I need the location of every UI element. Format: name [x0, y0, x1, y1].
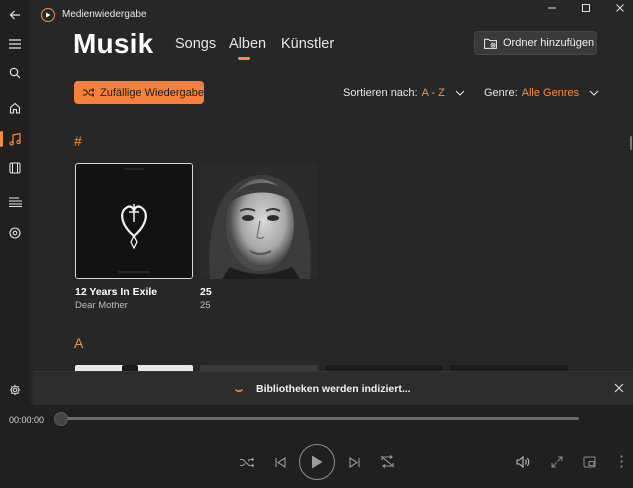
disc-button[interactable]	[0, 220, 30, 246]
time-current: 00:00:00	[9, 415, 45, 425]
album-card[interactable]: 25 25	[200, 163, 318, 311]
more-options-button[interactable]	[614, 452, 628, 470]
title-bar: Medienwiedergabe	[30, 0, 633, 30]
album-title: 12 Years In Exile	[75, 286, 158, 298]
chevron-down-icon	[589, 90, 599, 96]
app-title: Medienwiedergabe	[62, 9, 147, 20]
sort-label: Sortieren nach:	[343, 87, 418, 99]
tab-artists[interactable]: Künstler	[281, 36, 334, 52]
scrollbar-thumb[interactable]	[630, 136, 632, 150]
indexing-status-text: Bibliotheken werden indiziert...	[256, 383, 411, 395]
sort-dropdown[interactable]: Sortieren nach: A - Z	[343, 87, 465, 99]
tab-albums[interactable]: Alben	[229, 36, 266, 52]
minimize-button[interactable]	[535, 0, 569, 16]
album-title: 25	[200, 286, 212, 298]
chevron-down-icon	[455, 90, 465, 96]
genre-dropdown[interactable]: Genre: Alle Genres	[484, 87, 599, 99]
seek-thumb[interactable]	[54, 412, 68, 426]
active-tab-indicator	[238, 57, 250, 60]
disc-icon	[9, 227, 21, 239]
shuffle-icon	[240, 457, 254, 467]
videos-button[interactable]	[0, 155, 30, 181]
album-card[interactable]: 12 Years In Exile Dear Mother	[75, 163, 193, 311]
progress-spinner-icon	[235, 389, 243, 393]
settings-button[interactable]	[2, 379, 28, 401]
album-artist[interactable]: 25	[200, 300, 318, 311]
home-icon	[9, 102, 21, 114]
shuffle-all-button[interactable]: Zufällige Wiedergabe	[74, 81, 204, 104]
list-icon	[8, 197, 22, 207]
shuffle-button[interactable]	[239, 454, 255, 470]
expand-icon	[550, 455, 563, 468]
more-dots-icon	[619, 454, 623, 468]
close-icon	[616, 4, 624, 12]
maximize-button[interactable]	[569, 0, 603, 16]
search-button[interactable]	[0, 60, 30, 86]
mini-player-icon	[583, 456, 596, 467]
album-cover-25[interactable]	[200, 163, 318, 279]
music-button[interactable]	[0, 126, 30, 152]
add-folder-label: Ordner hinzufügen	[503, 37, 595, 49]
speaker-icon	[516, 455, 530, 468]
shuffle-icon	[83, 88, 94, 97]
next-button[interactable]	[346, 454, 362, 470]
music-note-icon	[9, 132, 21, 146]
sort-value: A - Z	[421, 87, 445, 99]
playlists-button[interactable]	[0, 189, 30, 215]
back-button[interactable]	[0, 2, 30, 28]
repeat-off-icon	[380, 455, 395, 468]
previous-button[interactable]	[272, 454, 288, 470]
repeat-button[interactable]	[379, 453, 396, 470]
search-icon	[9, 67, 21, 79]
album-cover-12-years-in-exile[interactable]	[75, 163, 193, 279]
skip-previous-icon	[274, 456, 286, 468]
folder-add-icon	[484, 38, 497, 49]
genre-label: Genre:	[484, 87, 518, 99]
hamburger-icon	[9, 39, 21, 49]
minimize-icon	[548, 7, 556, 9]
film-icon	[9, 162, 21, 174]
seek-bar[interactable]	[60, 417, 579, 420]
fullscreen-button[interactable]	[549, 454, 564, 469]
close-window-button[interactable]	[603, 0, 633, 16]
play-icon	[312, 455, 323, 469]
shuffle-all-label: Zufällige Wiedergabe	[100, 86, 204, 99]
home-button[interactable]	[0, 95, 30, 121]
mini-player-button[interactable]	[582, 454, 597, 469]
album-artist[interactable]: Dear Mother	[75, 300, 193, 311]
section-header-hash[interactable]: #	[74, 133, 82, 149]
nav-rail	[0, 0, 30, 408]
back-arrow-icon	[9, 10, 20, 20]
play-button[interactable]	[299, 444, 335, 480]
tab-songs[interactable]: Songs	[175, 36, 216, 52]
banner-close-button[interactable]	[612, 381, 626, 395]
section-header-a[interactable]: A	[74, 335, 83, 351]
close-icon	[614, 383, 624, 393]
skip-next-icon	[348, 456, 360, 468]
maximize-icon	[582, 4, 590, 12]
gear-icon	[9, 384, 21, 396]
volume-button[interactable]	[515, 454, 532, 469]
menu-button[interactable]	[0, 31, 30, 57]
genre-value: Alle Genres	[521, 87, 580, 99]
add-folder-button[interactable]: Ordner hinzufügen	[474, 31, 597, 55]
app-logo-icon	[41, 8, 55, 22]
page-title: Musik	[73, 28, 154, 59]
